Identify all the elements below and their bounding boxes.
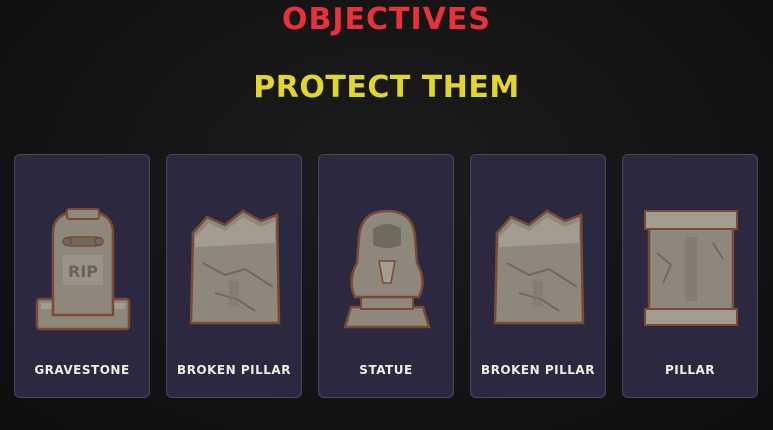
objective-card-statue[interactable]: STATUE <box>318 154 454 398</box>
objectives-screen: OBJECTIVES PROTECT THEM RIP GRAVESTONE B… <box>0 0 773 430</box>
card-label: GRAVESTONE <box>34 363 130 377</box>
card-label: PILLAR <box>664 363 716 377</box>
broken-pillar-icon <box>493 209 585 325</box>
protect-subtitle: PROTECT THEM <box>253 70 520 105</box>
objective-cards: RIP GRAVESTONE BROKEN PILLAR STATUE BROK… <box>14 154 760 400</box>
objective-card-gravestone[interactable]: RIP GRAVESTONE <box>14 154 150 398</box>
objectives-title: OBJECTIVES <box>282 2 491 37</box>
objective-card-broken-pillar[interactable]: BROKEN PILLAR <box>470 154 606 398</box>
broken-pillar-icon <box>189 209 281 325</box>
pillar-icon <box>644 210 738 326</box>
card-label: BROKEN PILLAR <box>177 363 291 377</box>
objective-card-pillar[interactable]: PILLAR <box>622 154 758 398</box>
statue-icon <box>343 209 431 329</box>
card-label: STATUE <box>359 363 413 377</box>
card-label: BROKEN PILLAR <box>481 363 595 377</box>
gravestone-icon <box>35 208 131 331</box>
objective-card-broken-pillar[interactable]: BROKEN PILLAR <box>166 154 302 398</box>
